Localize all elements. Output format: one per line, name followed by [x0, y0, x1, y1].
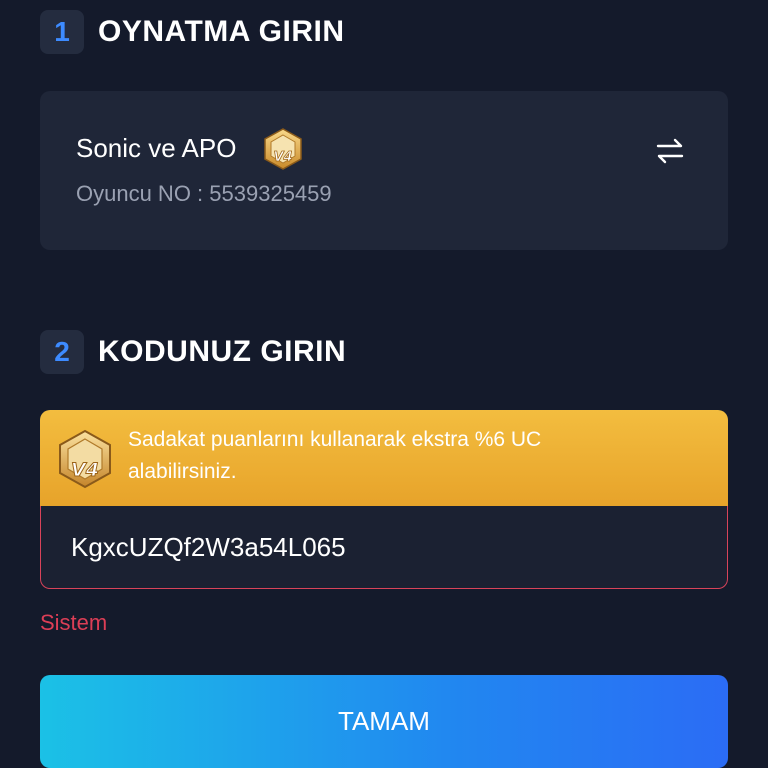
- svg-text:V4: V4: [71, 459, 99, 481]
- page: 1 OYNATMA GIRIN Sonic ve APO V4 Oyuncu N…: [0, 0, 768, 768]
- code-input-container: [40, 506, 728, 589]
- step-1-number: 1: [40, 10, 84, 54]
- player-name: Sonic ve APO: [76, 133, 237, 163]
- step-1-header: 1 OYNATMA GIRIN: [40, 10, 345, 54]
- loyalty-message: Sadakat puanlarını kullanarak ekstra %6 …: [128, 428, 542, 483]
- player-id-row: Oyuncu NO : 5539325459: [76, 181, 332, 207]
- step-2-header: 2 KODUNUZ GIRIN: [40, 330, 346, 374]
- swap-arrows-icon[interactable]: [652, 133, 688, 169]
- redeem-code-input[interactable]: [71, 506, 691, 588]
- step-2-title: KODUNUZ GIRIN: [98, 335, 347, 368]
- player-id-label: Oyuncu NO :: [76, 181, 210, 206]
- loyalty-banner: V4 Sadakat puanlarını kullanarak ekstra …: [40, 410, 728, 506]
- svg-text:V4: V4: [273, 150, 292, 165]
- step-2-number: 2: [40, 330, 84, 374]
- error-message: Sistem: [40, 610, 108, 635]
- code-entry-box: V4 Sadakat puanlarını kullanarak ekstra …: [40, 410, 728, 590]
- submit-button[interactable]: TAMAM: [40, 675, 728, 768]
- player-card: Sonic ve APO V4 Oyuncu NO : 5539325459: [40, 91, 728, 250]
- vip-badge-large-icon: V4: [54, 428, 116, 490]
- player-id-value: 5539325459: [209, 181, 332, 206]
- vip-badge-icon: V4: [261, 127, 305, 171]
- step-1-title: OYNATMA GIRIN: [98, 15, 345, 48]
